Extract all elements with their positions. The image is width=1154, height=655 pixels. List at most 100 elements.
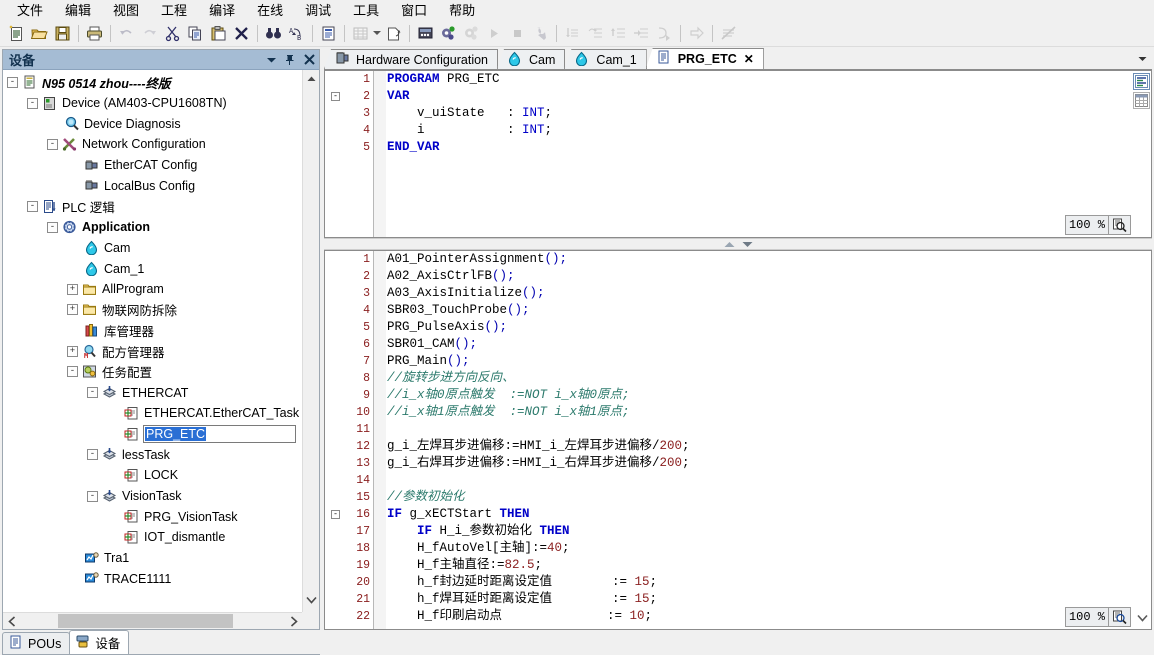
code-line[interactable]: h_f封边延时距离设定值 := 15; <box>387 574 1131 591</box>
tree-item[interactable]: IOT_dismantle <box>7 527 302 548</box>
new-file-icon[interactable] <box>5 22 28 44</box>
code-line[interactable]: H_f主轴直径:=82.5; <box>387 557 1131 574</box>
collapse-icon[interactable]: - <box>87 490 98 502</box>
code-line[interactable]: //参数初始化 <box>387 489 1131 506</box>
tree-item[interactable]: LOCK <box>7 465 302 486</box>
tab-pous[interactable]: POUs <box>2 632 71 654</box>
scroll-down-arrow[interactable] <box>306 593 317 607</box>
save-icon[interactable] <box>51 22 74 44</box>
redo-icon[interactable] <box>138 22 161 44</box>
editor-tab[interactable]: PRG_ETC ✕ <box>645 48 764 69</box>
tree-item[interactable]: - Application <box>7 217 302 238</box>
expand-icon[interactable]: + <box>67 283 78 295</box>
next-arrow-icon[interactable] <box>685 22 708 44</box>
code-line[interactable]: v_uiState : INT; <box>387 105 1131 122</box>
code-line[interactable]: A01_PointerAssignment(); <box>387 251 1131 268</box>
declaration-fold-column[interactable]: - <box>325 71 347 237</box>
tree-item[interactable]: EtherCAT Config <box>7 155 302 176</box>
code-line[interactable]: PRG_PulseAxis(); <box>387 319 1131 336</box>
tree-item[interactable]: - N95 0514 zhou----终版 <box>7 72 302 93</box>
tree-item[interactable]: PRG_VisionTask <box>7 506 302 527</box>
code-line[interactable]: VAR <box>387 88 1131 105</box>
find-binoculars-icon[interactable] <box>262 22 285 44</box>
cut-scissors-icon[interactable] <box>161 22 184 44</box>
menu-tools[interactable]: 工具 <box>342 1 390 20</box>
code-line[interactable]: g_i_右焊耳步进偏移:=HMI_i_右焊耳步进偏移/200; <box>387 455 1131 472</box>
expand-icon[interactable]: + <box>67 304 78 316</box>
tree-item[interactable]: PRG_ETC <box>7 424 302 445</box>
breakpoints-off-icon[interactable] <box>717 22 740 44</box>
editor-horizontal-splitter[interactable] <box>324 238 1152 250</box>
menu-online[interactable]: 在线 <box>246 1 294 20</box>
menu-window[interactable]: 窗口 <box>390 1 438 20</box>
code-line[interactable]: i : INT; <box>387 122 1131 139</box>
implementation-code[interactable]: A01_PointerAssignment(); A02_AxisCtrlFB()… <box>387 251 1131 629</box>
declaration-view-icon[interactable] <box>1133 73 1150 90</box>
tree-item[interactable]: 库管理器 <box>7 320 302 341</box>
code-line[interactable]: SBR01_CAM(); <box>387 336 1131 353</box>
step-out-icon[interactable] <box>607 22 630 44</box>
tree-item[interactable]: Tra1 <box>7 548 302 569</box>
menu-help[interactable]: 帮助 <box>438 1 486 20</box>
grid-table-icon[interactable] <box>349 22 372 44</box>
implementation-zoom-control[interactable]: 100 % <box>1065 607 1131 627</box>
hscroll-track[interactable] <box>20 612 285 629</box>
tree-item[interactable]: Cam <box>7 238 302 259</box>
tree-item[interactable]: - 任务配置 <box>7 362 302 383</box>
code-line[interactable]: PRG_Main(); <box>387 353 1131 370</box>
tree-item[interactable]: - Network Configuration <box>7 134 302 155</box>
editor-tab[interactable]: Cam <box>497 49 566 69</box>
tree-item[interactable]: - VisionTask <box>7 486 302 507</box>
run-to-cursor-icon[interactable] <box>630 22 653 44</box>
code-line[interactable]: END_VAR <box>387 139 1131 156</box>
tree-item[interactable]: - ETHERCAT <box>7 382 302 403</box>
tree-item[interactable]: + 物联网防拆除 <box>7 300 302 321</box>
implementation-fold-column[interactable]: - <box>325 251 347 629</box>
code-line[interactable]: PROGRAM PRG_ETC <box>387 71 1131 88</box>
fold-collapse-icon[interactable]: - <box>331 510 340 519</box>
code-line[interactable]: //i_x轴1原点触发 :=NOT i_x轴1原点; <box>387 404 1131 421</box>
tree-item[interactable]: + M 配方管理器 <box>7 341 302 362</box>
tree-item[interactable]: LocalBus Config <box>7 175 302 196</box>
editor-tab[interactable]: Cam_1 <box>564 49 647 69</box>
code-line[interactable]: IF g_xECTStart THEN <box>387 506 1131 523</box>
stop-square-icon[interactable] <box>506 22 529 44</box>
menu-debug[interactable]: 调试 <box>294 1 342 20</box>
menu-file[interactable]: 文件 <box>6 1 54 20</box>
implementation-editor[interactable]: - 1 2 3 4 5 6 7 8 9 10 11 12 13 14 15 16 17 18 19 20 21 22 A0… <box>324 250 1152 630</box>
declaration-code[interactable]: PROGRAM PRG_ETC VAR v_uiState : INT; i : … <box>387 71 1131 237</box>
run-play-icon[interactable] <box>483 22 506 44</box>
declaration-zoom-control[interactable]: 100 % <box>1065 215 1131 235</box>
set-next-statement-icon[interactable] <box>653 22 676 44</box>
code-line[interactable]: g_i_左焊耳步进偏移:=HMI_i_左焊耳步进偏移/200; <box>387 438 1131 455</box>
tree-item[interactable]: - lessTask <box>7 444 302 465</box>
tab-overflow-dropdown-icon[interactable] <box>1134 51 1150 67</box>
collapse-icon[interactable]: - <box>27 200 38 212</box>
code-line[interactable] <box>387 421 1131 438</box>
close-icon[interactable] <box>300 51 319 69</box>
collapse-icon[interactable]: - <box>27 97 38 109</box>
paste-icon[interactable] <box>207 22 230 44</box>
scroll-left-arrow[interactable] <box>3 613 20 630</box>
implementation-scroll-down-arrow[interactable] <box>1137 611 1148 625</box>
devices-tree[interactable]: - N95 0514 zhou----终版 - Device (AM403-CPU16… <box>3 70 302 612</box>
export-page-icon[interactable] <box>382 22 405 44</box>
panel-menu-dropdown-icon[interactable] <box>262 51 281 69</box>
paste-clipboard-icon[interactable] <box>317 22 340 44</box>
splitter-down-arrow[interactable] <box>742 237 753 251</box>
splitter-up-arrow[interactable] <box>724 237 735 251</box>
code-line[interactable]: H_fAutoVel[主轴]:=40; <box>387 540 1131 557</box>
tree-item[interactable]: - Device (AM403-CPU1608TN) <box>7 93 302 114</box>
code-line[interactable]: //旋转步进方向反向、 <box>387 370 1131 387</box>
menu-build[interactable]: 编译 <box>198 1 246 20</box>
declaration-zoom-value[interactable]: 100 % <box>1065 215 1109 235</box>
copy-icon[interactable] <box>184 22 207 44</box>
tree-vertical-scrollbar[interactable] <box>302 70 319 612</box>
code-line[interactable]: //i_x轴0原点触发 :=NOT i_x轴0原点; <box>387 387 1131 404</box>
code-line[interactable]: SBR03_TouchProbe(); <box>387 302 1131 319</box>
collapse-icon[interactable]: - <box>47 221 58 233</box>
tree-item[interactable]: Device Diagnosis <box>7 113 302 134</box>
scroll-up-arrow[interactable] <box>303 70 319 87</box>
collapse-icon[interactable]: - <box>87 449 98 461</box>
zoom-magnifier-icon[interactable] <box>1109 607 1131 627</box>
